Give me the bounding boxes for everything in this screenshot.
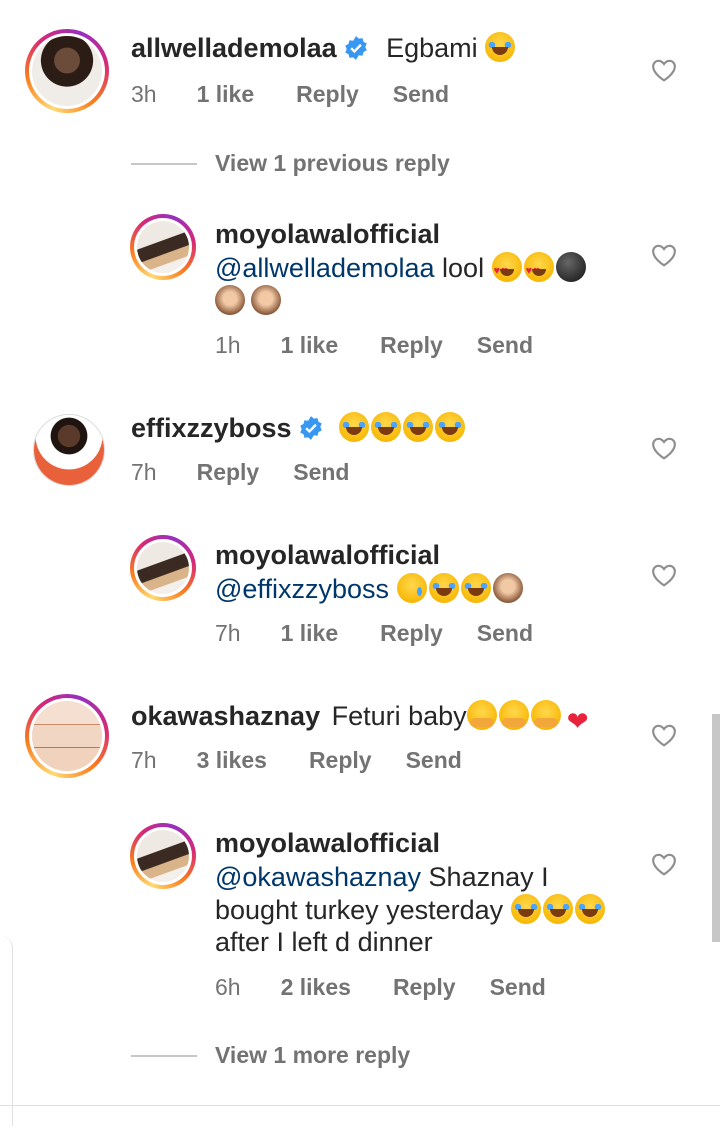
see-no-evil-monkey-emoji-icon [492,573,523,603]
comment-text: Egbami [386,33,478,63]
comment-time: 7h [131,459,157,485]
comment-likes[interactable]: 3 likes [197,747,267,774]
view-previous-replies[interactable]: View 1 previous reply [131,150,450,177]
comment-username[interactable]: effixzzyboss [131,413,292,443]
new-moon-face-emoji-icon [555,252,586,282]
send-button[interactable]: Send [477,620,533,647]
comment-time: 3h [131,81,157,107]
avatar[interactable] [33,414,105,486]
avatar[interactable] [130,214,196,280]
comment-text: after I left d dinner [215,927,433,957]
send-button[interactable]: Send [477,332,533,359]
hugging-face-emoji-icon [466,700,497,730]
comment-time: 6h [215,974,241,1000]
hugging-face-emoji-icon [530,700,561,730]
like-heart-icon[interactable] [651,723,677,747]
comment-time: 1h [215,332,241,358]
laughing-emoji-icon [485,32,516,62]
mention-link[interactable]: @okawashaznay [215,862,421,892]
comment-text: bought turkey yesterday [215,895,504,925]
comment-username[interactable]: moyolawalofficial [215,219,440,249]
mention-link[interactable]: @effixzzyboss [215,574,389,604]
panel-edge [0,936,13,1126]
like-heart-icon[interactable] [651,563,677,587]
laughing-emoji-icon [542,894,573,924]
see-no-evil-monkey-emoji-icon [215,285,245,315]
laughing-emoji-icon [339,412,370,442]
view-replies-label[interactable]: View 1 previous reply [215,150,450,177]
divider [0,1105,720,1106]
laughing-emoji-icon [371,412,402,442]
scrollbar[interactable] [712,714,720,942]
reply-button[interactable]: Reply [380,332,443,359]
comment-username[interactable]: okawashaznay [131,701,320,731]
reply-button[interactable]: Reply [296,81,359,108]
comment-time: 7h [131,747,157,773]
comment-likes[interactable]: 1 like [281,332,339,359]
send-button[interactable]: Send [490,974,546,1001]
reply-button[interactable]: Reply [380,620,443,647]
laughing-emoji-icon [574,894,605,924]
mention-link[interactable]: @allwellademolaa [215,253,435,283]
see-no-evil-monkey-emoji-icon [251,285,281,315]
comment-likes[interactable]: 1 like [197,81,255,108]
comment-likes[interactable]: 2 likes [281,974,351,1001]
comment-text: Shaznay I [428,862,549,892]
comment-likes[interactable]: 1 like [281,620,339,647]
heart-eyes-emoji-icon [523,252,554,288]
laughing-emoji-icon [435,412,466,442]
view-more-replies[interactable]: View 1 more reply [131,1042,410,1069]
avatar[interactable] [25,694,109,778]
view-replies-label[interactable]: View 1 more reply [215,1042,410,1069]
comment-text: lool [442,253,485,283]
avatar[interactable] [25,29,109,113]
reply-button[interactable]: Reply [309,747,372,774]
laughing-emoji-icon [403,412,434,442]
send-button[interactable]: Send [406,747,462,774]
divider [131,1054,197,1057]
comment-username[interactable]: moyolawalofficial [215,828,440,858]
reply-button[interactable]: Reply [197,459,260,486]
comment-time: 7h [215,620,241,646]
comment-username[interactable]: allwellademolaa [131,33,337,63]
hugging-face-emoji-icon [498,700,529,730]
crying-face-emoji-icon [396,573,427,603]
verified-badge-icon [299,416,322,440]
laughing-emoji-icon [428,573,459,603]
verified-badge-icon [344,36,367,60]
like-heart-icon[interactable] [651,58,677,82]
divider [131,162,197,165]
like-heart-icon[interactable] [651,436,677,460]
send-button[interactable]: Send [293,459,349,486]
send-button[interactable]: Send [393,81,449,108]
two-hearts-emoji-icon: ❤ [566,706,589,736]
laughing-emoji-icon [510,894,541,924]
like-heart-icon[interactable] [651,243,677,267]
avatar[interactable] [130,823,196,889]
comment-text: Feturi baby [331,701,467,731]
avatar[interactable] [130,535,196,601]
like-heart-icon[interactable] [651,852,677,876]
comment-username[interactable]: moyolawalofficial [215,540,440,570]
laughing-emoji-icon [460,573,491,603]
heart-eyes-emoji-icon [491,252,522,288]
reply-button[interactable]: Reply [393,974,456,1001]
